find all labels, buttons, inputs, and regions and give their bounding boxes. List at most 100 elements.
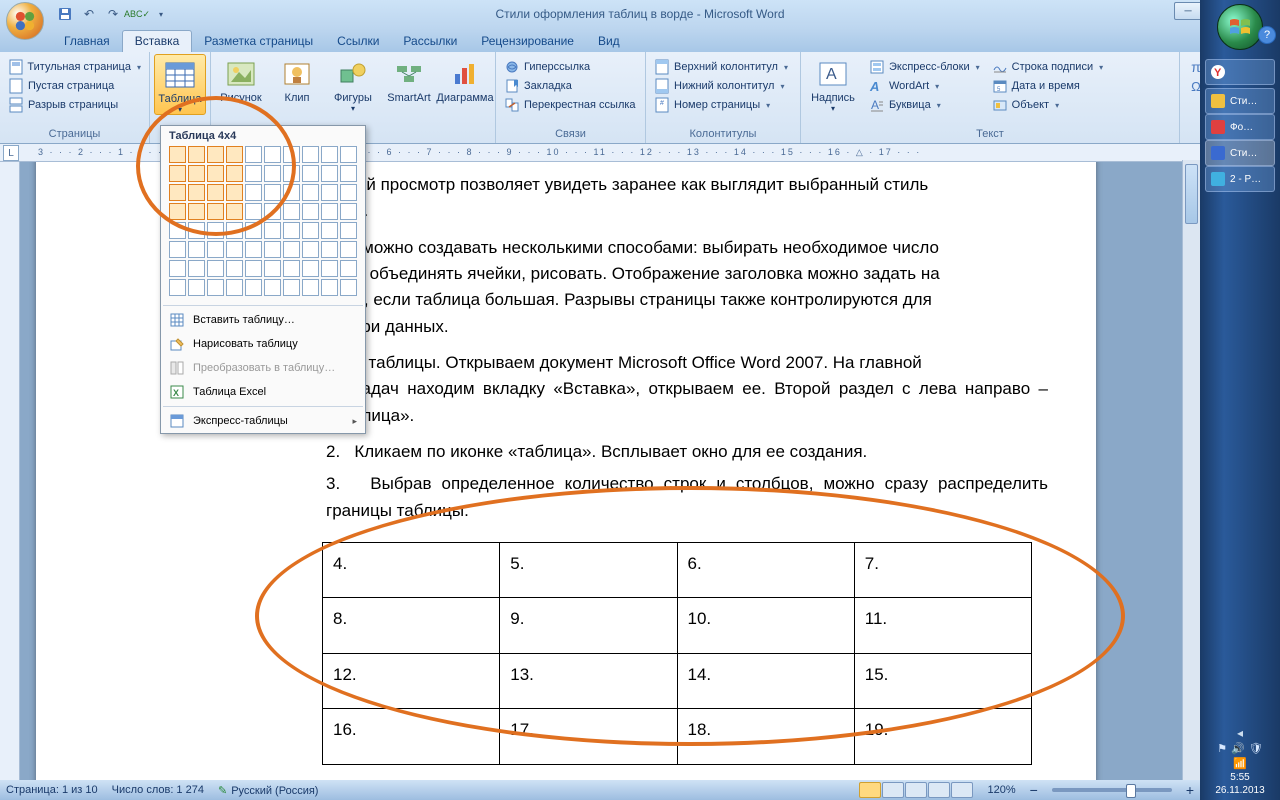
document-table[interactable]: 4.5.6.7. 8.9.10.11. 12.13.14.15. 16.17.1… bbox=[322, 542, 1032, 764]
table-grid-cell[interactable] bbox=[264, 165, 281, 182]
view-full-screen[interactable] bbox=[882, 782, 904, 798]
zoom-slider[interactable] bbox=[1052, 788, 1172, 792]
table-grid-cell[interactable] bbox=[169, 241, 186, 258]
object-button[interactable]: Объект▾ bbox=[988, 96, 1107, 114]
table-grid-cell[interactable] bbox=[226, 184, 243, 201]
table-grid-cell[interactable] bbox=[207, 241, 224, 258]
table-grid-cell[interactable] bbox=[321, 241, 338, 258]
minimize-button[interactable]: ─ bbox=[1174, 2, 1202, 20]
table-grid-cell[interactable] bbox=[302, 260, 319, 277]
table-grid-cell[interactable] bbox=[283, 260, 300, 277]
bookmark-button[interactable]: Закладка bbox=[500, 77, 641, 95]
table-grid-cell[interactable] bbox=[169, 260, 186, 277]
table-grid-cell[interactable] bbox=[226, 260, 243, 277]
table-grid-cell[interactable] bbox=[283, 279, 300, 296]
table-grid-cell[interactable] bbox=[188, 184, 205, 201]
table-grid-cell[interactable] bbox=[245, 203, 262, 220]
tray-date[interactable]: 26.11.2013 bbox=[1215, 785, 1264, 796]
taskbar-item[interactable]: Сти… bbox=[1205, 140, 1275, 166]
office-button[interactable] bbox=[6, 2, 44, 40]
insert-table-item[interactable]: Вставить таблицу… bbox=[161, 308, 365, 332]
table-grid-cell[interactable] bbox=[245, 146, 262, 163]
table-grid-cell[interactable] bbox=[169, 146, 186, 163]
table-grid-cell[interactable] bbox=[207, 279, 224, 296]
table-grid-cell[interactable] bbox=[340, 222, 357, 239]
status-page[interactable]: Страница: 1 из 10 bbox=[6, 784, 98, 796]
chart-button[interactable]: Диаграмма bbox=[439, 54, 491, 128]
table-grid-cell[interactable] bbox=[245, 260, 262, 277]
status-word-count[interactable]: Число слов: 1 274 bbox=[112, 784, 204, 796]
picture-button[interactable]: Рисунок bbox=[215, 54, 267, 128]
tab-insert[interactable]: Вставка bbox=[122, 30, 193, 52]
tab-page-layout[interactable]: Разметка страницы bbox=[192, 31, 325, 52]
taskbar-item[interactable]: Сти… bbox=[1205, 88, 1275, 114]
cover-page-button[interactable]: Титульная страница▾ bbox=[4, 58, 145, 76]
taskbar-item[interactable]: 2 - P… bbox=[1205, 166, 1275, 192]
table-grid-cell[interactable] bbox=[264, 241, 281, 258]
datetime-button[interactable]: 5Дата и время bbox=[988, 77, 1107, 95]
zoom-out-button[interactable]: − bbox=[1030, 782, 1038, 798]
table-grid-cell[interactable] bbox=[264, 222, 281, 239]
tab-review[interactable]: Рецензирование bbox=[469, 31, 586, 52]
excel-table-item[interactable]: XТаблица Excel bbox=[161, 380, 365, 404]
table-grid-cell[interactable] bbox=[188, 146, 205, 163]
tab-home[interactable]: Главная bbox=[52, 31, 122, 52]
table-grid-cell[interactable] bbox=[264, 260, 281, 277]
table-grid-cell[interactable] bbox=[302, 146, 319, 163]
table-grid-cell[interactable] bbox=[226, 222, 243, 239]
tab-references[interactable]: Ссылки bbox=[325, 31, 391, 52]
tray-overflow-icon[interactable]: ◂ bbox=[1237, 726, 1243, 740]
table-grid-cell[interactable] bbox=[169, 165, 186, 182]
footer-button[interactable]: Нижний колонтитул▾ bbox=[650, 77, 796, 95]
table-grid-cell[interactable] bbox=[340, 279, 357, 296]
table-grid-cell[interactable] bbox=[188, 222, 205, 239]
table-grid-cell[interactable] bbox=[321, 184, 338, 201]
table-grid-cell[interactable] bbox=[340, 203, 357, 220]
header-button[interactable]: Верхний колонтитул▾ bbox=[650, 58, 796, 76]
table-grid-cell[interactable] bbox=[302, 241, 319, 258]
draw-table-item[interactable]: Нарисовать таблицу bbox=[161, 332, 365, 356]
table-grid-cell[interactable] bbox=[264, 279, 281, 296]
view-print-layout[interactable] bbox=[859, 782, 881, 798]
taskbar-item-yandex[interactable]: Y bbox=[1205, 59, 1275, 85]
help-button[interactable]: ? bbox=[1258, 26, 1276, 44]
table-grid-cell[interactable] bbox=[226, 146, 243, 163]
table-grid-cell[interactable] bbox=[245, 184, 262, 201]
page-number-button[interactable]: #Номер страницы▾ bbox=[650, 96, 796, 114]
table-grid-cell[interactable] bbox=[321, 146, 338, 163]
table-grid-cell[interactable] bbox=[188, 260, 205, 277]
table-grid-cell[interactable] bbox=[302, 184, 319, 201]
table-grid-cell[interactable] bbox=[340, 184, 357, 201]
status-language[interactable]: ✎Русский (Россия) bbox=[218, 784, 319, 797]
table-grid-cell[interactable] bbox=[169, 184, 186, 201]
tab-view[interactable]: Вид bbox=[586, 31, 632, 52]
table-grid-cell[interactable] bbox=[283, 222, 300, 239]
table-grid-cell[interactable] bbox=[340, 260, 357, 277]
smartart-button[interactable]: SmartArt bbox=[383, 54, 435, 128]
vertical-ruler[interactable] bbox=[0, 162, 20, 780]
table-grid-cell[interactable] bbox=[207, 184, 224, 201]
table-grid-cell[interactable] bbox=[264, 146, 281, 163]
table-grid-cell[interactable] bbox=[283, 241, 300, 258]
table-grid-cell[interactable] bbox=[169, 222, 186, 239]
table-grid-cell[interactable] bbox=[207, 260, 224, 277]
table-grid-cell[interactable] bbox=[321, 222, 338, 239]
taskbar-item[interactable]: Фо… bbox=[1205, 114, 1275, 140]
table-grid-cell[interactable] bbox=[283, 203, 300, 220]
table-grid-cell[interactable] bbox=[264, 184, 281, 201]
table-grid-cell[interactable] bbox=[283, 146, 300, 163]
vertical-scrollbar[interactable] bbox=[1182, 160, 1200, 780]
table-grid-cell[interactable] bbox=[302, 203, 319, 220]
table-grid-cell[interactable] bbox=[226, 279, 243, 296]
zoom-in-button[interactable]: + bbox=[1186, 782, 1194, 798]
start-button[interactable] bbox=[1217, 4, 1263, 50]
table-grid-cell[interactable] bbox=[188, 241, 205, 258]
blank-page-button[interactable]: Пустая страница bbox=[4, 77, 145, 95]
table-grid-cell[interactable] bbox=[321, 279, 338, 296]
tray-volume-icon[interactable]: 🔊 bbox=[1231, 742, 1245, 755]
table-grid-cell[interactable] bbox=[226, 165, 243, 182]
clipart-button[interactable]: Клип bbox=[271, 54, 323, 128]
table-grid-cell[interactable] bbox=[207, 203, 224, 220]
wordart-button[interactable]: AWordArt▾ bbox=[865, 77, 984, 95]
tab-mailings[interactable]: Рассылки bbox=[391, 31, 469, 52]
